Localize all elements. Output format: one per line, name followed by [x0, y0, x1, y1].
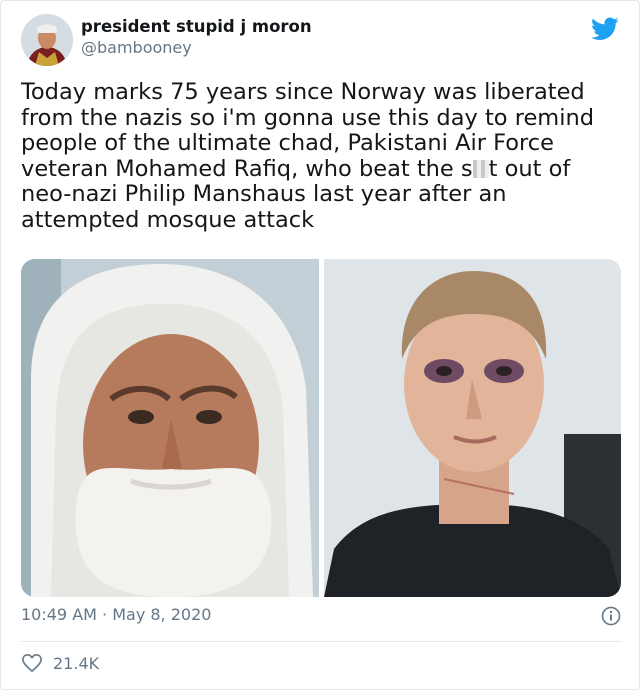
user-handle[interactable]: @bambooney	[81, 38, 312, 58]
tweet-card: president stupid j moron @bambooney Toda…	[0, 0, 640, 690]
tweet-line-3: people of the ultimate chad, Pakistani A…	[21, 130, 554, 157]
heart-icon[interactable]	[21, 653, 43, 673]
photo-right[interactable]	[324, 259, 621, 597]
timestamp[interactable]: 10:49 AM · May 8, 2020	[21, 605, 211, 624]
divider	[21, 641, 621, 642]
tweet-line-2: from the nazis so i'm gonna use this day…	[21, 104, 595, 131]
tweet-line-4b: t out of	[488, 155, 571, 182]
tweet-media[interactable]	[21, 259, 621, 597]
like-count: 21.4K	[53, 653, 100, 673]
tweet-line-6: attempted mosque attack	[21, 206, 315, 233]
like-row[interactable]: 21.4K	[21, 653, 99, 673]
censor-mark	[472, 159, 489, 178]
user-names: president stupid j moron @bambooney	[81, 16, 312, 58]
display-name[interactable]: president stupid j moron	[81, 16, 312, 38]
tweet-line-5: neo-nazi Philip Manshaus last year after…	[21, 181, 507, 208]
info-icon[interactable]	[601, 606, 621, 626]
tweet-header: president stupid j moron @bambooney	[21, 14, 312, 66]
tweet-meta: 10:49 AM · May 8, 2020	[21, 605, 621, 626]
tweet-text: Today marks 75 years since Norway was li…	[21, 79, 621, 234]
tweet-line-1: Today marks 75 years since Norway was li…	[21, 79, 585, 105]
photo-left[interactable]	[21, 259, 319, 597]
avatar[interactable]	[21, 14, 73, 66]
tweet-line-4a: veteran Mohamed Rafiq, who beat the s	[21, 155, 473, 182]
twitter-bird-icon[interactable]	[591, 17, 619, 41]
